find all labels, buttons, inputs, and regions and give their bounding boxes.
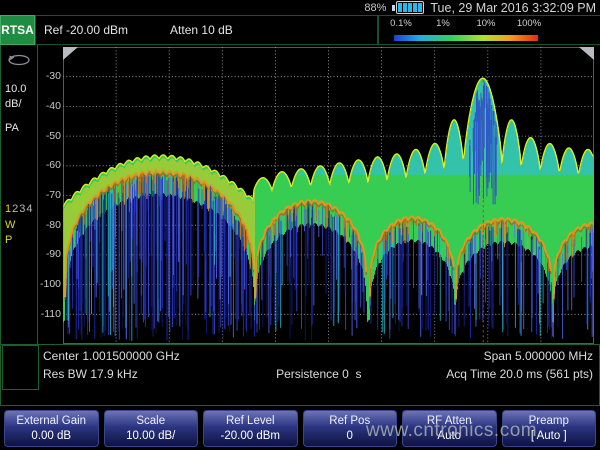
- trace-detector-mode: P: [5, 234, 12, 246]
- y-axis-label: -60: [46, 159, 61, 171]
- y-axis-label: -80: [46, 219, 61, 231]
- left-annotation-column: 10.0 dB/ PA 1234 W P: [0, 45, 38, 344]
- scale-per-div-unit: dB/: [5, 98, 22, 110]
- mode-badge: RTSA: [0, 15, 35, 45]
- battery-segment: [408, 3, 412, 12]
- acq-time-readout: Acq Time 20.0 ms (561 pts): [446, 367, 593, 381]
- y-axis-label: -70: [46, 189, 61, 201]
- analyzer-screen: 88% Tue, 29 Mar 2016 3:32:09 PM RTSA Ref…: [0, 0, 600, 450]
- ref-atten-cell: Ref -20.00 dBm Atten 10 dB: [35, 15, 378, 45]
- colorbar-label: 0.1%: [390, 18, 412, 29]
- spectrum-plot[interactable]: [63, 47, 594, 344]
- softkey-value: 0.00 dB: [31, 429, 71, 444]
- trace-write-mode: W: [5, 219, 15, 231]
- colorbar-label: 1%: [436, 18, 450, 29]
- battery-percent: 88%: [364, 2, 386, 14]
- center-frequency-readout: Center 1.001500000 GHz: [43, 349, 180, 363]
- footer-left-cell: [2, 345, 39, 390]
- scale-per-div-value: 10.0: [5, 83, 26, 95]
- softkey-preamp[interactable]: Preamp [ Auto ]: [502, 410, 597, 447]
- softkey-label: Scale: [136, 414, 165, 429]
- y-axis-label: -90: [46, 248, 61, 260]
- y-axis-label: -100: [40, 278, 61, 290]
- y-axis-label: -40: [46, 100, 61, 112]
- persistence-spectrum-canvas: [63, 47, 594, 344]
- softkey-rf-atten[interactable]: RF Atten Auto: [402, 410, 497, 447]
- persistence-colorbar: 0.1% 1% 10% 100%: [378, 15, 600, 45]
- softkey-value: 10.00 dB/: [126, 429, 175, 444]
- trace-number-indicators: 1234: [5, 203, 34, 215]
- header-row: RTSA Ref -20.00 dBm Atten 10 dB 0.1% 1% …: [0, 15, 600, 45]
- softkey-value: -20.00 dBm: [221, 429, 280, 444]
- battery-icon: [392, 1, 424, 14]
- status-bar: 88% Tue, 29 Mar 2016 3:32:09 PM: [0, 0, 600, 15]
- softkey-ref-pos[interactable]: Ref Pos 0: [303, 410, 398, 447]
- softkey-label: External Gain: [16, 414, 86, 429]
- ref-level-readout: Ref -20.00 dBm: [44, 23, 128, 37]
- softkey-label: Ref Level: [226, 414, 275, 429]
- y-axis-labels: -30 -40 -50 -60 -70 -80 -90 -100 -110: [38, 45, 62, 344]
- colorbar-gradient: [394, 35, 538, 41]
- softkey-scale[interactable]: Scale 10.00 dB/: [104, 410, 199, 447]
- battery-segment: [413, 3, 417, 12]
- y-axis-label: -110: [41, 308, 61, 320]
- softkey-label: Ref Pos: [329, 414, 370, 429]
- persistence-readout: Persistence 0 s: [276, 367, 361, 381]
- res-bw-readout: Res BW 17.9 kHz: [43, 367, 138, 381]
- datetime: Tue, 29 Mar 2016 3:32:09 PM: [430, 1, 596, 15]
- preamp-indicator: PA: [5, 122, 19, 134]
- footer-readouts: Center 1.001500000 GHz Span 5.000000 MHz…: [0, 344, 600, 406]
- atten-readout: Atten 10 dB: [170, 23, 233, 37]
- softkey-value: 0: [347, 429, 353, 444]
- span-readout: Span 5.000000 MHz: [484, 349, 593, 363]
- colorbar-label: 10%: [476, 18, 495, 29]
- softkey-external-gain[interactable]: External Gain 0.00 dB: [4, 410, 99, 447]
- softkey-ref-level[interactable]: Ref Level -20.00 dBm: [203, 410, 298, 447]
- softkey-bar: External Gain 0.00 dB Scale 10.00 dB/ Re…: [0, 410, 600, 447]
- colorbar-label: 100%: [517, 18, 541, 29]
- battery-segment: [398, 3, 402, 12]
- battery-nub: [392, 5, 395, 11]
- trace-digit: 4: [26, 203, 33, 215]
- softkey-label: RF Atten: [427, 414, 472, 429]
- softkey-value: Auto: [437, 429, 461, 444]
- softkey-value: [ Auto ]: [531, 429, 567, 444]
- y-axis-label: -30: [46, 70, 61, 82]
- battery-segment: [418, 3, 422, 12]
- continuous-sweep-icon: [6, 52, 32, 68]
- battery-segments: [396, 1, 424, 14]
- y-axis-label: -50: [46, 130, 61, 142]
- softkey-label: Preamp: [529, 414, 569, 429]
- battery-segment: [403, 3, 407, 12]
